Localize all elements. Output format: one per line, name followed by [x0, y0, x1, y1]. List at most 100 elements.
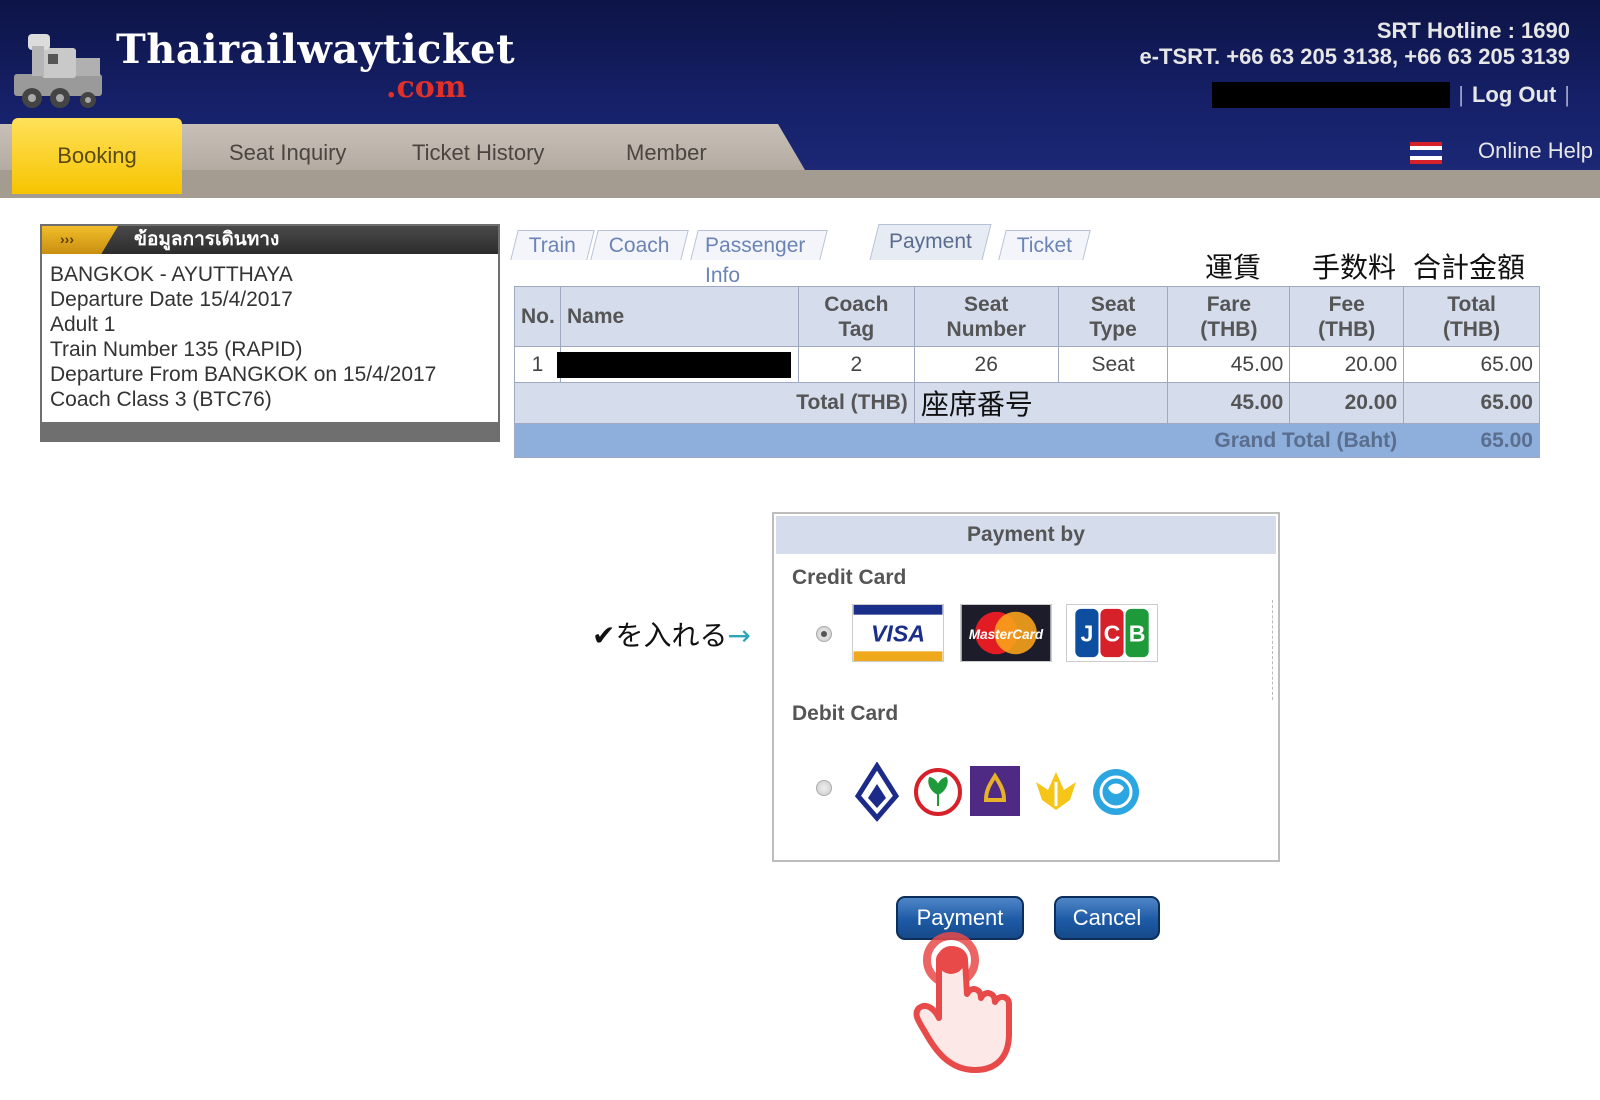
- journey-info-header: ››› ข้อมูลการเดินทาง: [42, 226, 498, 254]
- col-fee-l1: Fee: [1328, 292, 1365, 316]
- cell-fee: 20.00: [1289, 346, 1405, 383]
- pointing-hand-icon: [913, 932, 1012, 1073]
- svg-text:J: J: [1080, 621, 1093, 647]
- chevrons-icon: ›››: [42, 226, 118, 254]
- col-seat-number-l1: Seat: [964, 292, 1009, 316]
- kasikorn-bank-icon: [914, 768, 962, 816]
- total-fee: 20.00: [1289, 382, 1405, 424]
- separator: |: [1458, 82, 1464, 107]
- col-seat-type: Seat Type: [1057, 286, 1169, 347]
- credit-card-radio[interactable]: [816, 626, 832, 642]
- cell-seat-type: Seat: [1057, 346, 1169, 383]
- col-no: No.: [514, 286, 561, 347]
- mastercard-icon: MasterCard: [960, 604, 1052, 662]
- step-coach[interactable]: Coach: [590, 230, 689, 260]
- col-seat-type-l1: Seat: [1090, 292, 1136, 316]
- svg-text:MasterCard: MasterCard: [969, 627, 1044, 642]
- step-coach-label: Coach: [608, 234, 670, 257]
- cell-seat-number: 26: [913, 346, 1059, 383]
- step-train[interactable]: Train: [510, 230, 595, 260]
- divider: [1272, 600, 1273, 700]
- cell-fare: 45.00: [1167, 346, 1291, 383]
- nav-tab-booking[interactable]: Booking: [12, 118, 182, 194]
- debit-card-radio[interactable]: [816, 780, 832, 796]
- svg-text:VISA: VISA: [871, 621, 925, 647]
- col-seat-number: Seat Number: [913, 286, 1059, 347]
- cell-total: 65.00: [1403, 346, 1540, 383]
- cell-name: [556, 346, 799, 383]
- nav-tab-ticket-history[interactable]: Ticket History: [412, 140, 544, 166]
- svg-text:C: C: [1104, 621, 1121, 647]
- col-fare-l1: Fare: [1206, 292, 1252, 316]
- annotation-check-text: ✔を入れる: [592, 619, 728, 652]
- col-coach-tag: Coach Tag: [797, 286, 915, 347]
- departure-from: Departure From BANGKOK on 15/4/2017: [50, 363, 437, 386]
- nav-baseline: [0, 170, 1600, 198]
- grand-total-label: Grand Total (Baht): [513, 423, 1405, 458]
- debit-card-label: Debit Card: [792, 702, 899, 725]
- hotline-text: SRT Hotline : 1690: [1376, 18, 1570, 43]
- col-fee-l2: (THB): [1318, 317, 1376, 341]
- credit-card-label: Credit Card: [792, 566, 907, 589]
- departure-date: Departure Date 15/4/2017: [50, 288, 293, 311]
- table-header-row: No. Name Coach Tag Seat Number Seat Type Fa…: [514, 286, 1540, 347]
- col-coach-tag-l2: Tag: [838, 317, 875, 341]
- col-fare-l2: (THB): [1200, 317, 1258, 341]
- journey-info-body: BANGKOK - AYUTTHAYA Departure Date 15/4/…: [42, 254, 498, 422]
- step-train-label: Train: [528, 234, 576, 257]
- hotline-info: SRT Hotline : 1690 e-TSRT. +66 63 205 31…: [1139, 18, 1570, 70]
- jcb-card-icon: J C B: [1066, 604, 1158, 662]
- step-passenger-info[interactable]: Passenger Info: [690, 230, 829, 287]
- cancel-button[interactable]: Cancel: [1054, 896, 1160, 940]
- table-row: 1 2 26 Seat 45.00 20.00 65.00: [514, 346, 1540, 383]
- col-coach-tag-l1: Coach: [824, 292, 889, 316]
- step-passenger-info-label: Passenger Info: [705, 234, 806, 287]
- fare-table: No. Name Coach Tag Seat Number Seat Type Fa…: [513, 286, 1540, 458]
- step-payment[interactable]: Payment: [869, 224, 992, 260]
- nav-tab-seat-inquiry[interactable]: Seat Inquiry: [229, 140, 346, 166]
- journey-info-title: ข้อมูลการเดินทาง: [134, 229, 280, 250]
- nav-tab-member[interactable]: Member: [626, 140, 707, 166]
- visa-card-icon: VISA: [852, 604, 944, 662]
- thai-flag-icon[interactable]: [1410, 142, 1442, 164]
- site-suffix: .com: [386, 70, 467, 105]
- site-header: Thairailwayticket .com SRT Hotline : 169…: [0, 0, 1600, 198]
- krungsri-bank-icon: [1036, 772, 1076, 810]
- passenger-count: Adult 1: [50, 313, 116, 336]
- col-total: Total (THB): [1403, 286, 1540, 347]
- bangkok-bank-icon: [854, 762, 900, 822]
- payment-method-panel: Payment by Credit Card VISA MasterCard J…: [772, 512, 1280, 862]
- annotation-fee: 手数料: [1312, 251, 1397, 284]
- separator: |: [1564, 82, 1570, 107]
- site-title: Thairailwayticket: [116, 26, 516, 73]
- online-help-link[interactable]: Online Help: [1478, 138, 1593, 164]
- grand-total-row: Grand Total (Baht) 65.00: [513, 423, 1540, 458]
- grand-total-value: 65.00: [1403, 423, 1540, 458]
- cell-no: 1: [514, 346, 561, 383]
- col-fare: Fare (THB): [1167, 286, 1291, 347]
- logout-link[interactable]: Log Out: [1472, 82, 1556, 108]
- col-total-l2: (THB): [1442, 317, 1501, 341]
- payment-by-title: Payment by: [776, 516, 1276, 554]
- contact-text: e-TSRT. +66 63 205 3138, +66 63 205 3139: [1139, 44, 1570, 69]
- coach-class: Coach Class 3 (BTC76): [50, 388, 272, 411]
- route: BANGKOK - AYUTTHAYA: [50, 263, 293, 286]
- user-bar: | Log Out |: [1212, 82, 1570, 108]
- total-total: 65.00: [1403, 382, 1540, 424]
- annotation-fare: 運賃: [1205, 251, 1262, 284]
- svg-text:B: B: [1129, 621, 1146, 647]
- train-logo-icon: [14, 34, 102, 108]
- total-label: Total (THB): [514, 382, 915, 424]
- col-fee: Fee (THB): [1289, 286, 1405, 347]
- col-name: Name: [559, 286, 799, 347]
- train-number: Train Number 135 (RAPID): [50, 338, 303, 361]
- col-seat-number-l2: Number: [946, 317, 1026, 341]
- step-payment-label: Payment: [889, 230, 972, 253]
- step-ticket[interactable]: Ticket: [998, 230, 1091, 260]
- arrow-right-icon: →: [727, 619, 751, 652]
- total-fare: 45.00: [1167, 382, 1291, 424]
- col-total-l1: Total: [1447, 292, 1496, 316]
- redacted-username: [1212, 82, 1451, 108]
- cell-coach-tag: 2: [797, 346, 915, 383]
- annotation-check-here: ✔を入れる→: [592, 614, 751, 654]
